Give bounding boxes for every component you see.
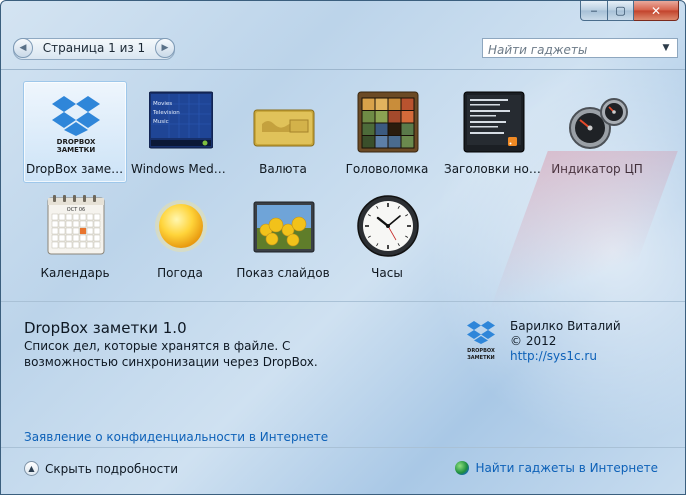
gadget-tile-currency[interactable]: Валюта — [231, 81, 335, 183]
cpu-meter-icon — [569, 98, 628, 149]
news-headlines-icon — [463, 91, 525, 153]
dropbox-icon: DROPBOX ЗАМЕТКИ — [467, 321, 495, 361]
gadget-details-description: Список дел, которые хранятся в файле. С … — [24, 339, 318, 369]
gadget-copyright: © 2012 — [510, 334, 557, 348]
gadget-tile-slideshow[interactable]: Показ слайдов — [231, 185, 335, 287]
gadget-details-title: DropBox заметки 1.0 — [24, 319, 187, 337]
bottom-bar: ▲ Скрыть подробности Найти гаджеты в Инт… — [1, 447, 685, 494]
slideshow-icon — [253, 201, 315, 253]
get-gadgets-online-link[interactable]: Найти гаджеты в Интернете — [455, 461, 658, 475]
gadget-author: Барилко Виталий — [510, 319, 621, 333]
weather-sun-icon — [155, 200, 207, 252]
gadget-tile-media-center[interactable]: Movies Television Music Windows Media Ce… — [128, 81, 232, 183]
gadget-gallery-window: ‒ ▢ ✕ ◀ Страница 1 из 1 ▶ ▼ — [0, 0, 686, 495]
globe-icon — [455, 461, 470, 475]
maximize-button[interactable]: ▢ — [608, 1, 634, 21]
toolbar: ◀ Страница 1 из 1 ▶ ▼ — [1, 29, 685, 70]
search-dropdown-button[interactable]: ▼ — [655, 39, 677, 57]
gadget-label: DropBox заметки — [26, 162, 126, 176]
gadget-label: Часы — [371, 266, 403, 280]
hide-details-label: Скрыть подробности — [45, 461, 179, 476]
media-center-line-1: Movies — [153, 101, 172, 107]
dropbox-logo-small-text-2: ЗАМЕТКИ — [467, 355, 495, 361]
gadget-tile-cpu-meter[interactable]: Индикатор ЦП — [545, 81, 649, 183]
calendar-month: OCT 06 — [67, 207, 85, 213]
privacy-statement-link[interactable]: Заявление о конфиденциальности в Интерне… — [24, 430, 328, 444]
gadget-tile-weather[interactable]: Погода — [128, 185, 232, 287]
media-center-line-2: Television — [152, 110, 180, 116]
gadget-label: Погода — [157, 266, 203, 280]
media-center-icon: Movies Television Music — [149, 91, 213, 149]
dropbox-logo-small-text-1: DROPBOX — [467, 348, 495, 354]
gadget-label: Валюта — [259, 162, 307, 176]
minimize-button[interactable]: ‒ — [580, 1, 608, 21]
media-center-line-3: Music — [153, 119, 169, 125]
currency-icon — [253, 109, 315, 147]
search-input[interactable] — [483, 41, 658, 59]
gadget-label: Календарь — [40, 266, 110, 280]
gadget-details-panel: DropBox заметки 1.0 Список дел, которые … — [1, 301, 685, 450]
gadget-label: Головоломка — [345, 162, 429, 176]
page-navigator: ◀ Страница 1 из 1 ▶ — [13, 38, 175, 60]
next-page-button[interactable]: ▶ — [155, 38, 175, 58]
page-indicator: Страница 1 из 1 — [42, 41, 146, 55]
close-button[interactable]: ✕ — [634, 1, 679, 21]
clock-icon — [357, 195, 419, 257]
get-gadgets-online-label: Найти гаджеты в Интернете — [475, 461, 658, 475]
chevron-up-icon: ▲ — [24, 461, 39, 476]
dropbox-logo-text-1: DROPBOX — [57, 138, 96, 146]
gadget-tile-calendar[interactable]: OCT 06 Календарь — [23, 185, 127, 287]
dropbox-icon: DROPBOX ЗАМЕТКИ — [52, 96, 100, 154]
author-website-link[interactable]: http://sys1c.ru — [510, 349, 597, 363]
gadget-label: Показ слайдов — [236, 266, 330, 280]
gadget-label: Windows Media Center — [131, 162, 231, 176]
gadget-tile-puzzle[interactable]: Головоломка — [335, 81, 439, 183]
gadget-label: Индикатор ЦП — [551, 162, 643, 176]
gadget-tile-clock[interactable]: Часы — [335, 185, 439, 287]
caption-buttons: ‒ ▢ ✕ — [580, 1, 679, 21]
calendar-icon: OCT 06 — [47, 195, 105, 255]
puzzle-icon — [357, 91, 419, 153]
search-box: ▼ — [482, 38, 678, 59]
gadget-tile-headlines[interactable]: Заголовки новостей — [441, 81, 545, 183]
dropbox-logo-text-2: ЗАМЕТКИ — [57, 146, 96, 154]
gadget-tile-dropbox[interactable]: DROPBOX ЗАМЕТКИ DropBox заметки — [23, 81, 127, 183]
gadget-label: Заголовки новостей — [444, 162, 544, 176]
gadget-gallery: DROPBOX ЗАМЕТКИ DropBox заметки Movies T… — [1, 77, 685, 295]
hide-details-toggle[interactable]: ▲ Скрыть подробности — [24, 461, 178, 476]
